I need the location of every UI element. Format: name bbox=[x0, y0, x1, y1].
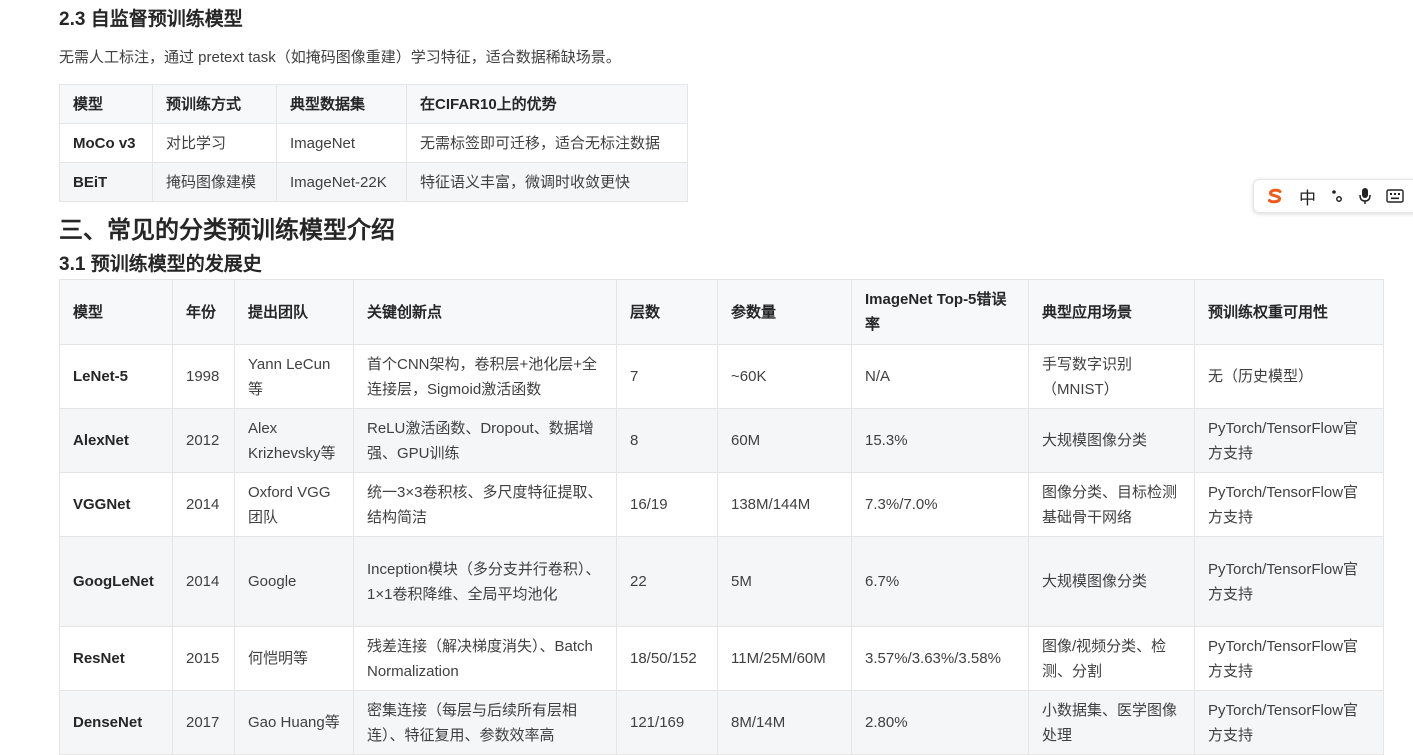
table-header: 预训练方式 bbox=[152, 84, 277, 124]
table-cell: 掩码图像建模 bbox=[152, 162, 277, 202]
table-cell: 2014 bbox=[172, 536, 235, 627]
table-cell: 手写数字识别（MNIST） bbox=[1028, 344, 1195, 409]
language-toggle[interactable]: 中 bbox=[1299, 184, 1316, 209]
table-row: AlexNet 2012 Alex Krizhevsky等 ReLU激活函数、D… bbox=[59, 408, 1384, 473]
table-cell: ImageNet-22K bbox=[276, 162, 407, 202]
table-row: GoogLeNet 2014 Google Inception模块（多分支并行卷… bbox=[59, 536, 1384, 627]
table-cell: ~60K bbox=[717, 344, 852, 409]
table-cell: 2012 bbox=[172, 408, 235, 473]
table-cell: 何恺明等 bbox=[234, 626, 354, 691]
table-header: ImageNet Top-5错误率 bbox=[851, 279, 1029, 345]
model-history-table: 模型 年份 提出团队 关键创新点 层数 参数量 ImageNet Top-5错误… bbox=[59, 279, 1384, 755]
table-header: 预训练权重可用性 bbox=[1194, 279, 1384, 345]
section-description: 无需人工标注，通过 pretext task（如掩码图像重建）学习特征，适合数据… bbox=[59, 49, 621, 66]
table-cell: 16/19 bbox=[616, 472, 718, 537]
table-cell: 特征语义丰富，微调时收敛更快 bbox=[406, 162, 688, 202]
table-cell: VGGNet bbox=[59, 472, 173, 537]
table-cell: 60M bbox=[717, 408, 852, 473]
table-header: 年份 bbox=[172, 279, 235, 345]
table-cell: 1998 bbox=[172, 344, 235, 409]
table-cell: 138M/144M bbox=[717, 472, 852, 537]
table-header-row: 模型 年份 提出团队 关键创新点 层数 参数量 ImageNet Top-5错误… bbox=[59, 279, 1384, 345]
table-cell: GoogLeNet bbox=[59, 536, 173, 627]
punctuation-icon[interactable] bbox=[1330, 188, 1344, 204]
table-cell: 图像分类、目标检测基础骨干网络 bbox=[1028, 472, 1195, 537]
sogou-s-icon[interactable] bbox=[1265, 186, 1285, 206]
table-cell: 3.57%/3.63%/3.58% bbox=[851, 626, 1029, 691]
table-cell: 对比学习 bbox=[152, 123, 277, 163]
table-cell: 图像/视频分类、检测、分割 bbox=[1028, 626, 1195, 691]
table-cell: AlexNet bbox=[59, 408, 173, 473]
table-cell: 15.3% bbox=[851, 408, 1029, 473]
keyboard-icon[interactable] bbox=[1386, 189, 1404, 203]
table-header: 模型 bbox=[59, 84, 153, 124]
table-cell: Alex Krizhevsky等 bbox=[234, 408, 354, 473]
table-cell: 2015 bbox=[172, 626, 235, 691]
table-cell: Inception模块（多分支并行卷积）、1×1卷积降维、全局平均池化 bbox=[353, 536, 617, 627]
table-cell: 残差连接（解决梯度消失）、Batch Normalization bbox=[353, 626, 617, 691]
table-cell: 无需标签即可迁移，适合无标注数据 bbox=[406, 123, 688, 163]
table-header: 典型数据集 bbox=[276, 84, 407, 124]
table-cell: 11M/25M/60M bbox=[717, 626, 852, 691]
table-cell: PyTorch/TensorFlow官方支持 bbox=[1194, 536, 1384, 627]
table-cell: ReLU激活函数、Dropout、数据增强、GPU训练 bbox=[353, 408, 617, 473]
table-cell: PyTorch/TensorFlow官方支持 bbox=[1194, 408, 1384, 473]
ime-toolbar: 中 bbox=[1253, 179, 1413, 213]
section-heading-3-1: 3.1 预训练模型的发展史 bbox=[59, 254, 262, 275]
table-row: ResNet 2015 何恺明等 残差连接（解决梯度消失）、Batch Norm… bbox=[59, 626, 1384, 691]
table-row: VGGNet 2014 Oxford VGG团队 统一3×3卷积核、多尺度特征提… bbox=[59, 472, 1384, 537]
table-cell: PyTorch/TensorFlow官方支持 bbox=[1194, 472, 1384, 537]
table-header: 提出团队 bbox=[234, 279, 354, 345]
table-cell: Google bbox=[234, 536, 354, 627]
microphone-icon[interactable] bbox=[1358, 187, 1372, 205]
table-cell: 大规模图像分类 bbox=[1028, 408, 1195, 473]
table-cell: LeNet-5 bbox=[59, 344, 173, 409]
table-header: 在CIFAR10上的优势 bbox=[406, 84, 688, 124]
table-cell: 18/50/152 bbox=[616, 626, 718, 691]
table-row: BEiT 掩码图像建模 ImageNet-22K 特征语义丰富，微调时收敛更快 bbox=[59, 162, 688, 202]
table-cell: Oxford VGG团队 bbox=[234, 472, 354, 537]
table-cell: PyTorch/TensorFlow官方支持 bbox=[1194, 626, 1384, 691]
table-cell: 大规模图像分类 bbox=[1028, 536, 1195, 627]
table-cell: 首个CNN架构，卷积层+池化层+全连接层，Sigmoid激活函数 bbox=[353, 344, 617, 409]
table-header-row: 模型 预训练方式 典型数据集 在CIFAR10上的优势 bbox=[59, 84, 688, 124]
table-cell: BEiT bbox=[59, 162, 153, 202]
table-cell: MoCo v3 bbox=[59, 123, 153, 163]
self-supervised-table: 模型 预训练方式 典型数据集 在CIFAR10上的优势 MoCo v3 对比学习… bbox=[59, 84, 688, 202]
table-cell: ResNet bbox=[59, 626, 173, 691]
table-header: 参数量 bbox=[717, 279, 852, 345]
table-cell: 7.3%/7.0% bbox=[851, 472, 1029, 537]
table-cell: ImageNet bbox=[276, 123, 407, 163]
table-cell: 无（历史模型） bbox=[1194, 344, 1384, 409]
table-row: LeNet-5 1998 Yann LeCun等 首个CNN架构，卷积层+池化层… bbox=[59, 344, 1384, 409]
table-cell: Yann LeCun等 bbox=[234, 344, 354, 409]
table-header: 模型 bbox=[59, 279, 173, 345]
table-header: 层数 bbox=[616, 279, 718, 345]
table-cell: N/A bbox=[851, 344, 1029, 409]
table-cell: 7 bbox=[616, 344, 718, 409]
table-row: MoCo v3 对比学习 ImageNet 无需标签即可迁移，适合无标注数据 bbox=[59, 123, 688, 163]
section-heading-2-3: 2.3 自监督预训练模型 bbox=[59, 9, 243, 30]
table-header: 关键创新点 bbox=[353, 279, 617, 345]
table-cell: 5M bbox=[717, 536, 852, 627]
table-cell: 8 bbox=[616, 408, 718, 473]
table-cell: 2014 bbox=[172, 472, 235, 537]
section-heading-3: 三、常见的分类预训练模型介绍 bbox=[59, 217, 395, 244]
table-header: 典型应用场景 bbox=[1028, 279, 1195, 345]
table-cell: 22 bbox=[616, 536, 718, 627]
table-cell: 统一3×3卷积核、多尺度特征提取、结构简洁 bbox=[353, 472, 617, 537]
table-cell: 6.7% bbox=[851, 536, 1029, 627]
